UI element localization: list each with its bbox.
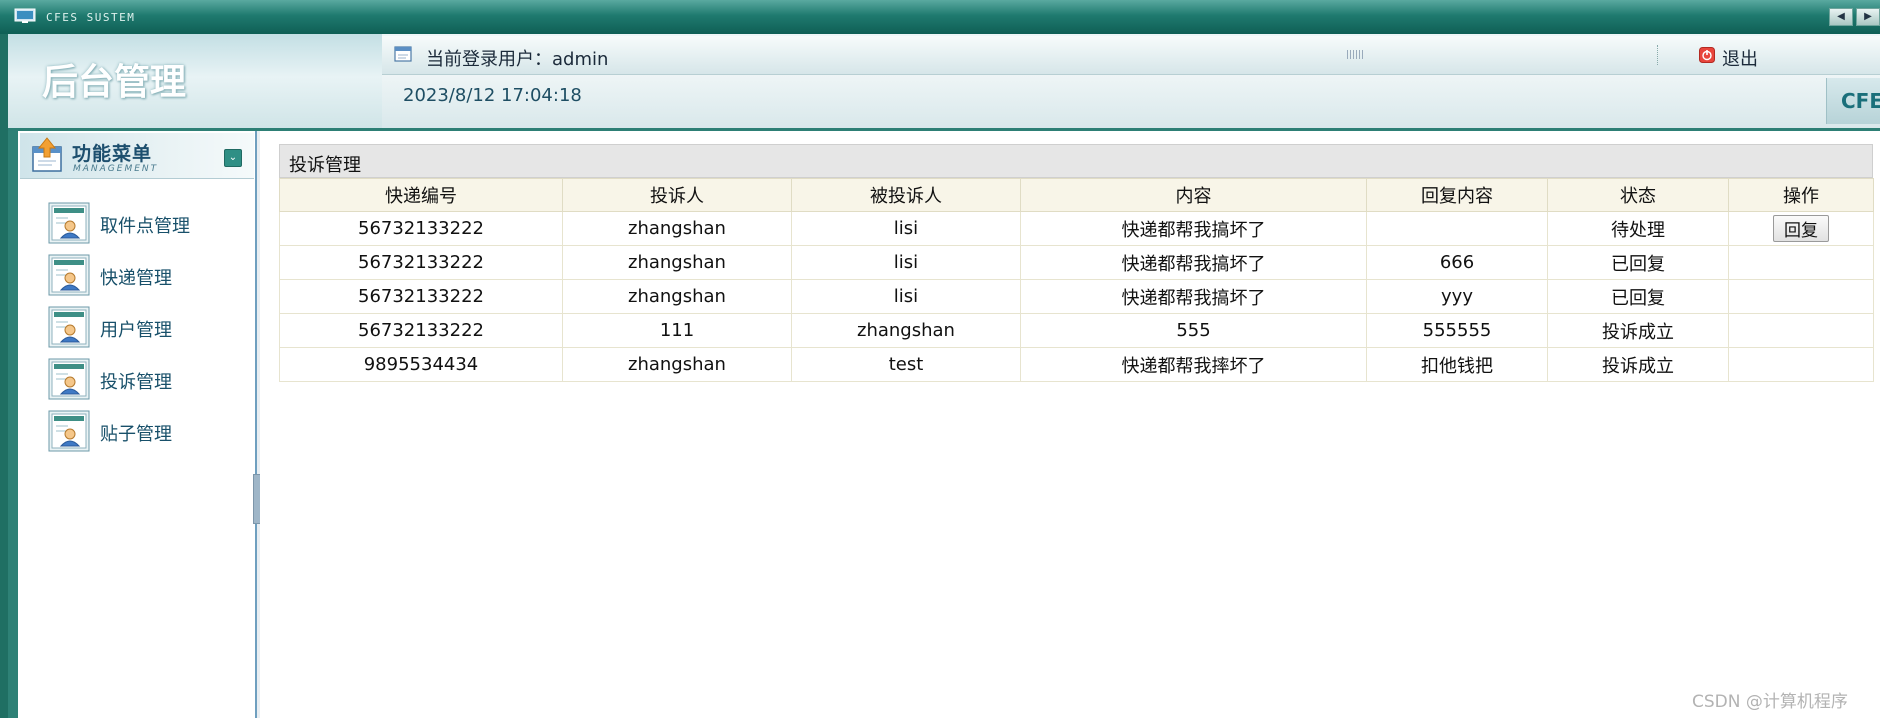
table-row: 9895534434 zhangshan test 快递都帮我摔坏了 扣他钱把 … xyxy=(279,347,1874,382)
cell-reply: 555555 xyxy=(1366,313,1548,348)
column-header: 状态 xyxy=(1547,178,1729,212)
cell-action xyxy=(1728,245,1874,280)
table-row: 56732133222 zhangshan lisi 快递都帮我搞坏了 待处理 … xyxy=(279,211,1874,246)
window-title: CFES SUSTEM xyxy=(46,11,136,24)
cell-respondent: lisi xyxy=(791,279,1021,314)
cell-id: 9895534434 xyxy=(279,347,563,382)
table-header-row: 快递编号 投诉人 被投诉人 内容 回复内容 状态 操作 xyxy=(279,178,1874,212)
brand-badge: CFE xyxy=(1826,78,1880,124)
cell-id: 56732133222 xyxy=(279,279,563,314)
table-row: 56732133222 zhangshan lisi 快递都帮我搞坏了 666 … xyxy=(279,245,1874,280)
complaints-table: 快递编号 投诉人 被投诉人 内容 回复内容 状态 操作 56732133222 … xyxy=(279,178,1874,382)
sidebar-item-label: 贴子管理 xyxy=(100,424,172,445)
cell-reply: yyy xyxy=(1366,279,1548,314)
cell-complainant: zhangshan xyxy=(562,347,792,382)
list-person-icon xyxy=(48,358,90,400)
power-icon[interactable] xyxy=(1699,47,1715,63)
panel-title: 投诉管理 xyxy=(279,144,1873,178)
cell-complainant: zhangshan xyxy=(562,279,792,314)
menu-subtitle: MANAGEMENT xyxy=(73,164,159,174)
sidebar-item-label: 快递管理 xyxy=(100,268,172,289)
brand-title: 后台管理 xyxy=(42,62,187,103)
cell-reply: 666 xyxy=(1366,245,1548,280)
cell-content: 555 xyxy=(1020,313,1367,348)
upload-box-icon xyxy=(32,137,62,172)
cell-content: 快递都帮我搞坏了 xyxy=(1020,279,1367,314)
cell-status: 投诉成立 xyxy=(1547,347,1729,382)
reply-button[interactable]: 回复 xyxy=(1773,215,1829,242)
sidebar-item-express[interactable]: 快递管理 xyxy=(48,254,248,298)
menu-title: 功能菜单 xyxy=(72,143,153,165)
cell-reply xyxy=(1366,211,1548,246)
cell-action xyxy=(1728,279,1874,314)
table-row: 56732133222 zhangshan lisi 快递都帮我搞坏了 yyy … xyxy=(279,279,1874,314)
logout-link[interactable]: 退出 xyxy=(1722,45,1758,71)
cell-content: 快递都帮我搞坏了 xyxy=(1020,245,1367,280)
column-header: 内容 xyxy=(1020,178,1367,212)
cell-id: 56732133222 xyxy=(279,313,563,348)
list-person-icon xyxy=(48,410,90,452)
left-rail xyxy=(0,34,8,718)
cell-reply: 扣他钱把 xyxy=(1366,347,1548,382)
sidebar-item-label: 用户管理 xyxy=(100,320,172,341)
cell-action xyxy=(1728,313,1874,348)
cell-respondent: lisi xyxy=(791,211,1021,246)
cell-id: 56732133222 xyxy=(279,245,563,280)
window-controls: ◀ ▶ xyxy=(1829,8,1880,26)
list-person-icon xyxy=(48,306,90,348)
sidebar-item-users[interactable]: 用户管理 xyxy=(48,306,248,350)
cell-id: 56732133222 xyxy=(279,211,563,246)
cell-status: 已回复 xyxy=(1547,245,1729,280)
complaints-panel: 投诉管理 快递编号 投诉人 被投诉人 内容 回复内容 状态 操作 5673213… xyxy=(279,144,1874,384)
column-header: 操作 xyxy=(1728,178,1874,212)
current-user-label: 当前登录用户：admin xyxy=(426,49,609,70)
list-person-icon xyxy=(48,202,90,244)
date-bar xyxy=(382,75,1880,128)
sidebar-border xyxy=(255,131,257,718)
cell-respondent: zhangshan xyxy=(791,313,1021,348)
title-bar: CFES SUSTEM ◀ ▶ xyxy=(0,0,1880,34)
cell-content: 快递都帮我搞坏了 xyxy=(1020,211,1367,246)
sidebar-item-label: 投诉管理 xyxy=(100,372,172,393)
watermark: CSDN @计算机程序 xyxy=(1692,692,1848,712)
window-icon xyxy=(394,46,412,62)
cell-respondent: lisi xyxy=(791,245,1021,280)
list-person-icon xyxy=(48,254,90,296)
cell-complainant: zhangshan xyxy=(562,245,792,280)
cell-complainant: 111 xyxy=(562,313,792,348)
cell-action: 回复 xyxy=(1728,211,1874,246)
grip-icon xyxy=(1347,50,1365,59)
next-arrow-icon[interactable]: ▶ xyxy=(1856,8,1880,26)
collapse-chevron-icon[interactable]: ⌄ xyxy=(224,149,242,167)
datetime-display: 2023/8/12 17:04:18 xyxy=(403,85,582,106)
sidebar-item-posts[interactable]: 贴子管理 xyxy=(48,410,248,454)
cell-action xyxy=(1728,347,1874,382)
table-row: 56732133222 111 zhangshan 555 555555 投诉成… xyxy=(279,313,1874,348)
sidebar-item-complaints[interactable]: 投诉管理 xyxy=(48,358,248,402)
column-header: 回复内容 xyxy=(1366,178,1548,212)
sidebar-item-label: 取件点管理 xyxy=(100,216,190,237)
cell-content: 快递都帮我摔坏了 xyxy=(1020,347,1367,382)
cell-respondent: test xyxy=(791,347,1021,382)
monitor-icon xyxy=(14,8,36,23)
column-header: 投诉人 xyxy=(562,178,792,212)
divider xyxy=(1657,45,1659,65)
cell-status: 投诉成立 xyxy=(1547,313,1729,348)
prev-arrow-icon[interactable]: ◀ xyxy=(1829,8,1853,26)
cell-status: 已回复 xyxy=(1547,279,1729,314)
sidebar-item-pickup-points[interactable]: 取件点管理 xyxy=(48,202,248,246)
cell-status: 待处理 xyxy=(1547,211,1729,246)
cell-complainant: zhangshan xyxy=(562,211,792,246)
column-header: 快递编号 xyxy=(279,178,563,212)
column-header: 被投诉人 xyxy=(791,178,1021,212)
